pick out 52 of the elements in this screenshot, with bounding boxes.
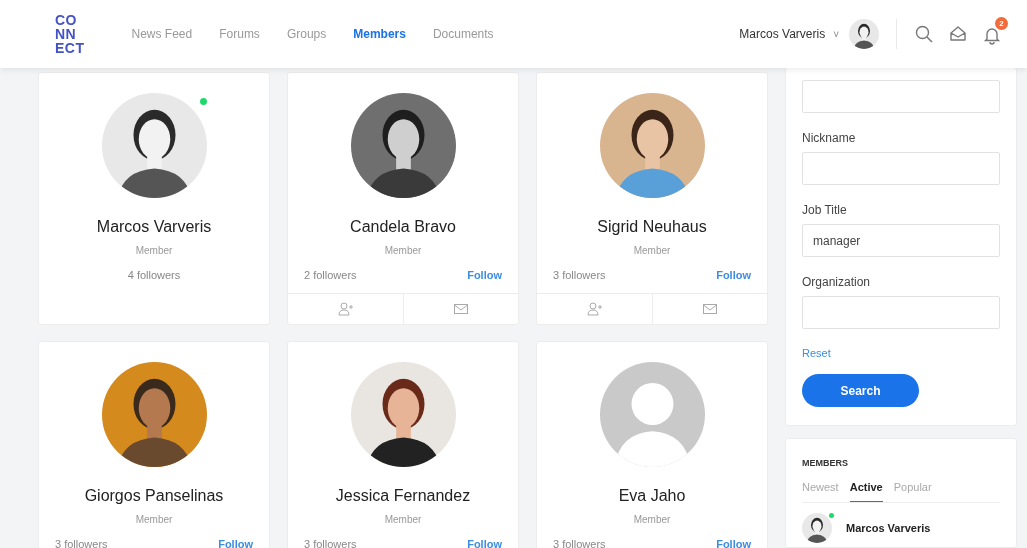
field-label: Nickname <box>802 130 857 146</box>
follower-count: 2 followers <box>304 268 357 283</box>
input-field[interactable] <box>802 80 1000 113</box>
member-role: Member <box>384 513 422 527</box>
member-name[interactable]: Marcos Varveris <box>846 519 931 537</box>
follower-count: 3 followers <box>553 537 606 548</box>
member-name[interactable]: Marcos Varveris <box>96 215 212 239</box>
follower-count: 3 followers <box>304 537 357 548</box>
member-role: Member <box>633 513 671 527</box>
inbox-icon[interactable] <box>948 24 968 44</box>
widget-tab[interactable]: Active <box>849 478 883 502</box>
add-user-icon[interactable] <box>585 301 603 317</box>
user-name[interactable]: Marcos Varveris <box>739 25 826 43</box>
member-name[interactable]: Jessica Fernandez <box>335 484 471 508</box>
nav-link[interactable]: Groups <box>286 25 327 43</box>
nav-link[interactable]: Members <box>353 25 406 43</box>
mail-icon[interactable] <box>452 301 469 317</box>
member-name[interactable]: Eva Jaho <box>618 484 686 508</box>
member-name[interactable]: Sigrid Neuhaus <box>597 215 707 239</box>
search-button[interactable]: Search <box>802 374 919 407</box>
widget-tab[interactable]: Newest <box>802 478 839 502</box>
input-field[interactable] <box>802 152 1000 185</box>
nav-link[interactable]: Forums <box>219 25 260 43</box>
notification-count: 2 <box>995 17 1008 30</box>
search-icon[interactable] <box>914 24 934 44</box>
follow-link[interactable]: Follow <box>467 536 502 548</box>
follower-count: 3 followers <box>553 268 606 283</box>
widget-tab[interactable]: Popular <box>893 478 932 502</box>
follow-link[interactable]: Follow <box>218 536 253 548</box>
add-user-icon[interactable] <box>336 301 354 317</box>
member-role: Member <box>633 244 671 258</box>
reset-link[interactable]: Reset <box>802 345 831 362</box>
logo[interactable]: CO NN ECT <box>55 13 85 55</box>
widget-title: MEMBERS <box>802 457 849 470</box>
member-name[interactable]: Candela Bravo <box>350 215 456 239</box>
follow-link[interactable]: Follow <box>716 536 751 548</box>
member-name[interactable]: Giorgos Panselinas <box>84 484 224 508</box>
field-label: Organization <box>802 274 872 290</box>
input-field[interactable]: manager <box>802 224 1000 257</box>
follower-count: 3 followers <box>55 537 108 548</box>
input-field[interactable] <box>802 296 1000 329</box>
follower-count: 4 followers <box>127 268 181 283</box>
caret-icon[interactable]: ˅ <box>833 26 839 42</box>
nav-link[interactable]: News Feed <box>131 25 193 43</box>
mail-icon[interactable] <box>701 301 718 317</box>
member-role: Member <box>135 244 173 258</box>
field-label: Job Title <box>802 202 848 218</box>
follow-link[interactable]: Follow <box>716 267 751 284</box>
member-role: Member <box>384 244 422 258</box>
nav-link[interactable]: Documents <box>432 25 494 43</box>
member-role: Member <box>135 513 173 527</box>
follow-link[interactable]: Follow <box>467 267 502 284</box>
